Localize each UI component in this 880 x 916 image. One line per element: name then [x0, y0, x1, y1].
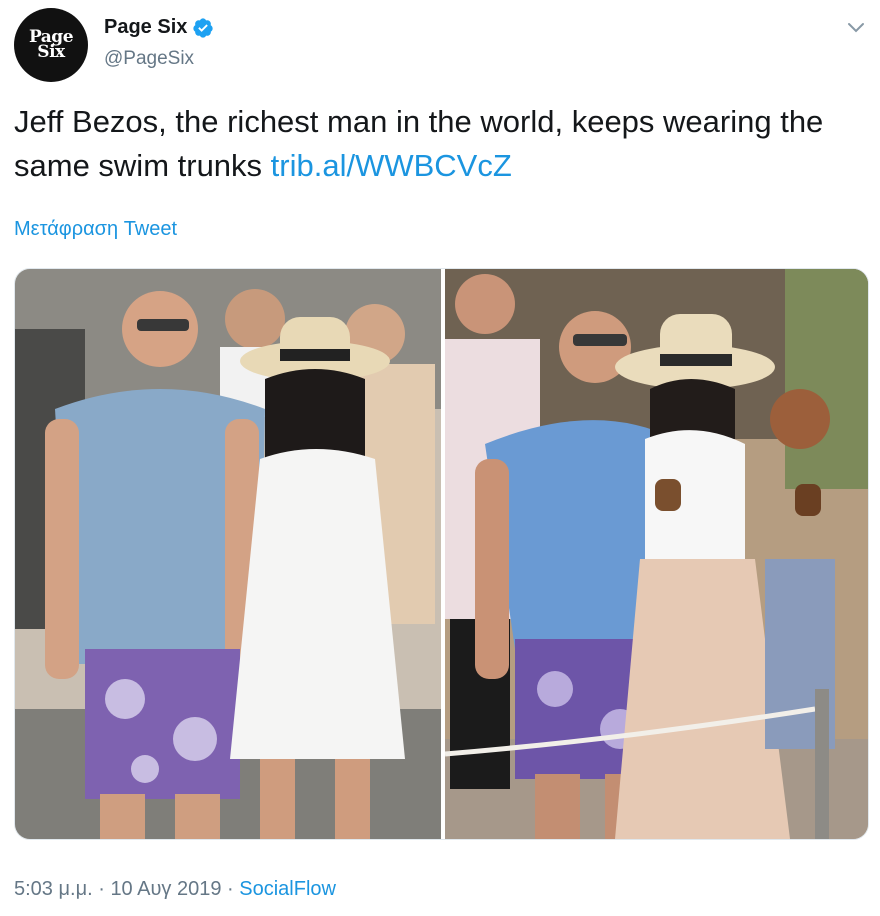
photo-right[interactable]	[445, 269, 868, 839]
display-name[interactable]: Page Six	[104, 16, 187, 39]
verified-badge-icon	[193, 17, 214, 38]
author-name-row: Page Six	[104, 16, 214, 39]
meta-separator: ·	[92, 878, 111, 900]
handle[interactable]: @PageSix	[104, 48, 194, 70]
meta-separator: ·	[221, 878, 240, 900]
avatar-logo-text: Page Six	[28, 27, 74, 62]
avatar[interactable]: Page Six	[14, 8, 88, 82]
media-grid	[14, 268, 869, 840]
tweet-date[interactable]: 10 Αυγ 2019	[110, 878, 221, 900]
translate-tweet-link[interactable]: Μετάφραση Tweet	[14, 218, 177, 241]
photo-left[interactable]	[15, 269, 441, 839]
tweet-link[interactable]: trib.al/WWBCVcZ	[271, 148, 512, 183]
chevron-down-icon[interactable]	[844, 16, 868, 40]
tweet-time[interactable]: 5:03 μ.μ.	[14, 878, 93, 900]
tweet-text: Jeff Bezos, the richest man in the world…	[14, 100, 864, 188]
tweet-meta: 5:03 μ.μ. · 10 Αυγ 2019 · SocialFlow	[14, 878, 336, 901]
tweet-source[interactable]: SocialFlow	[239, 878, 336, 900]
